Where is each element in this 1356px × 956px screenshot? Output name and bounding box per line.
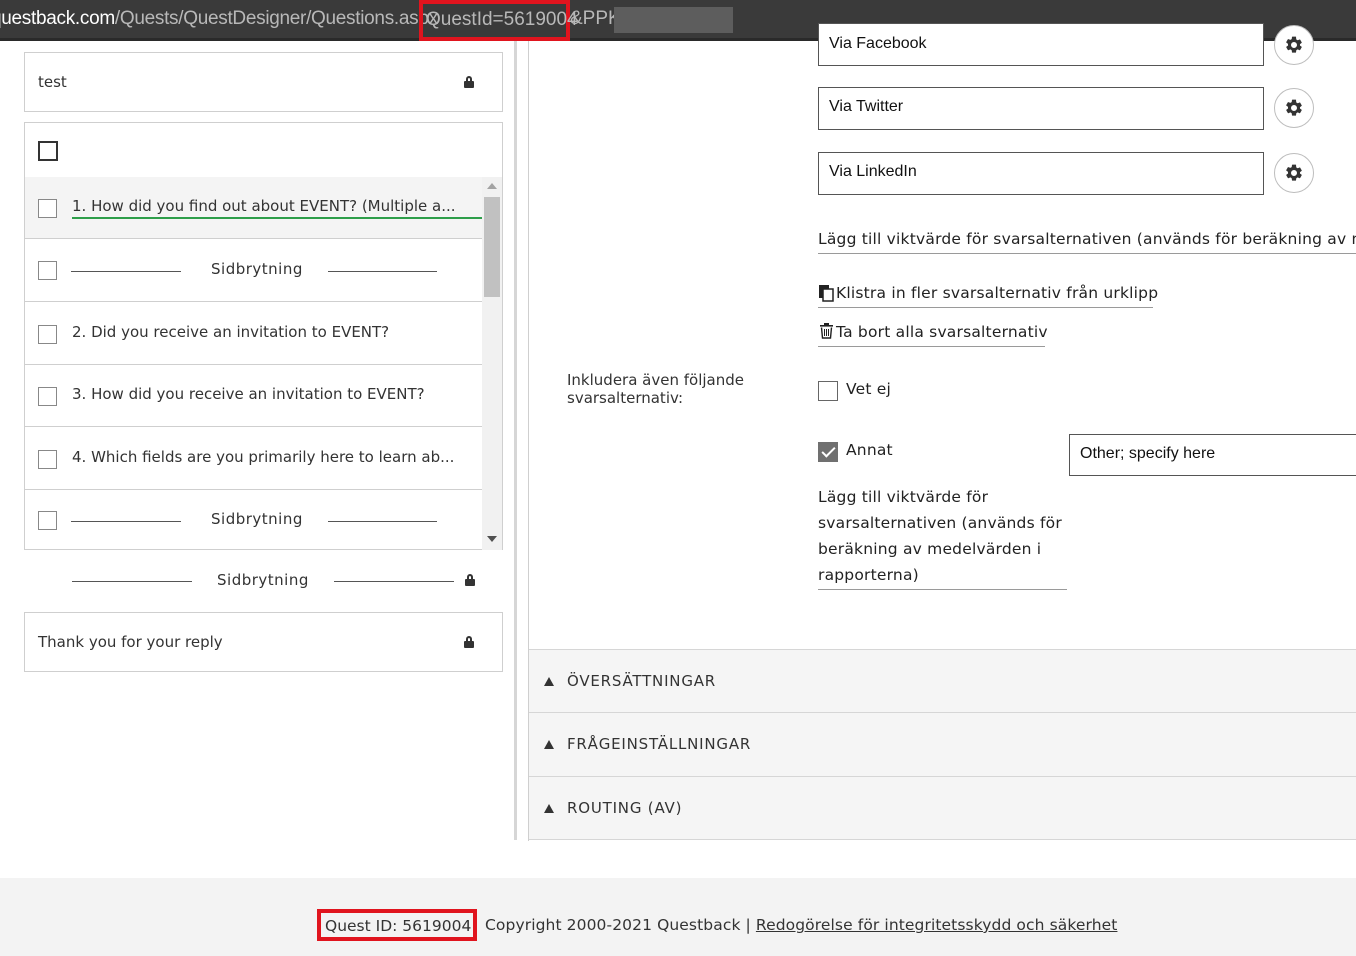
- question-row-3[interactable]: 3. How did you receive an invitation to …: [25, 365, 482, 427]
- add-weight-link-bottom[interactable]: Lägg till viktvärde för svarsalternative…: [818, 484, 1068, 588]
- select-all-row: [24, 122, 503, 178]
- add-weight-link[interactable]: Lägg till viktvärde för svarsalternative…: [818, 230, 1356, 248]
- url-domain: questback.com: [0, 8, 115, 29]
- lock-icon: [464, 76, 474, 88]
- page-break-label: Sidbrytning: [211, 510, 303, 528]
- dont-know-label: Vet ej: [846, 380, 891, 398]
- scroll-down-arrow-icon[interactable]: [487, 536, 497, 542]
- question-label: 4. Which fields are you primarily here t…: [72, 448, 455, 466]
- lock-icon: [464, 636, 474, 648]
- section-label: ROUTING (AV): [567, 799, 683, 817]
- question-checkbox[interactable]: [38, 325, 57, 344]
- alternative-settings-button[interactable]: [1274, 88, 1314, 128]
- lock-icon: [465, 574, 475, 586]
- gear-icon: [1286, 99, 1302, 116]
- top-cover: [700, 41, 1356, 42]
- question-row-1[interactable]: 1. How did you find out about EVENT? (Mu…: [25, 177, 482, 239]
- weight-link-top-clip: Lägg till viktvärde för svarsalternative…: [818, 228, 1356, 256]
- section-translations[interactable]: ÖVERSÄTTNINGAR: [529, 649, 1356, 713]
- alternative-input-linkedin[interactable]: Via LinkedIn: [818, 152, 1264, 195]
- panel-divider[interactable]: [514, 41, 517, 840]
- question-row-2[interactable]: 2. Did you receive an invitation to EVEN…: [25, 303, 482, 365]
- page-break-line-left: [72, 581, 192, 582]
- alternative-input-twitter[interactable]: Via Twitter: [818, 87, 1264, 130]
- other-checkbox[interactable]: [818, 442, 838, 462]
- question-label: 2. Did you receive an invitation to EVEN…: [72, 323, 390, 341]
- url-text: questback.com/Quests/QuestDesigner/Quest…: [0, 8, 438, 30]
- page-break-line-left: [71, 521, 181, 522]
- scroll-thumb[interactable]: [484, 197, 500, 297]
- selected-underline: [72, 217, 482, 219]
- page-break-line-left: [71, 271, 181, 272]
- collapse-triangle-icon: [544, 804, 554, 813]
- page-break-line-right: [328, 271, 437, 272]
- question-checkbox[interactable]: [38, 450, 57, 469]
- question-list[interactable]: 1. How did you find out about EVENT? (Mu…: [24, 177, 503, 550]
- url-path: /Quests/QuestDesigner/Questions.aspx: [114, 8, 438, 29]
- copyright-text: Copyright 2000-2021 Questback |: [485, 916, 751, 934]
- scroll-up-arrow-icon[interactable]: [487, 183, 497, 189]
- link-underline: [818, 346, 1045, 347]
- intro-label: test: [38, 73, 67, 91]
- alternative-settings-button[interactable]: [1274, 25, 1314, 65]
- page-break-row[interactable]: Sidbrytning: [25, 240, 482, 302]
- section-label: FRÅGEINSTÄLLNINGAR: [567, 735, 752, 753]
- section-routing[interactable]: ROUTING (AV): [529, 776, 1356, 840]
- url-redacted-block: [614, 7, 733, 33]
- question-checkbox[interactable]: [38, 387, 57, 406]
- delete-all-alternatives-link[interactable]: Ta bort alla svarsalternativ: [836, 323, 1048, 341]
- question-row-4[interactable]: 4. Which fields are you primarily here t…: [25, 428, 482, 490]
- gear-icon: [1286, 36, 1302, 53]
- other-input[interactable]: Other; specify here: [1069, 434, 1356, 476]
- footer-copyright: Copyright 2000-2021 Questback | Redogöre…: [485, 916, 1117, 934]
- alternative-settings-button[interactable]: [1274, 153, 1314, 193]
- link-underline: [818, 589, 1067, 590]
- dont-know-checkbox[interactable]: [818, 381, 838, 401]
- collapse-triangle-icon: [544, 677, 554, 686]
- page-break-line-right: [328, 521, 437, 522]
- trash-icon: [820, 323, 833, 339]
- question-label: 1. How did you find out about EVENT? (Mu…: [72, 197, 456, 215]
- section-label: ÖVERSÄTTNINGAR: [567, 672, 717, 690]
- thank-you-label: Thank you for your reply: [38, 633, 223, 651]
- link-underline: [818, 307, 1153, 308]
- footer-quest-id: Quest ID: 5619004: [317, 909, 477, 941]
- link-underline: [818, 253, 1356, 254]
- privacy-link[interactable]: Redogörelse för integritetsskydd och säk…: [756, 916, 1118, 934]
- question-list-scrollbar[interactable]: [482, 177, 503, 550]
- paste-alternatives-link[interactable]: Klistra in fler svarsalternativ från urk…: [836, 284, 1158, 302]
- locked-page-break-row: Sidbrytning: [24, 551, 503, 611]
- question-checkbox[interactable]: [38, 199, 57, 218]
- paste-icon: [818, 284, 834, 302]
- other-label: Annat: [846, 441, 893, 459]
- intro-row[interactable]: test: [24, 52, 503, 112]
- page-break-checkbox[interactable]: [38, 261, 57, 280]
- page-break-label: Sidbrytning: [211, 260, 303, 278]
- collapse-triangle-icon: [544, 740, 554, 749]
- page-break-row[interactable]: Sidbrytning: [25, 490, 482, 549]
- gear-icon: [1286, 164, 1302, 181]
- page-break-checkbox[interactable]: [38, 511, 57, 530]
- include-alternatives-label: Inkludera även följande svarsalternativ:: [567, 371, 744, 407]
- locked-page-break-label: Sidbrytning: [217, 571, 309, 589]
- section-question-settings[interactable]: FRÅGEINSTÄLLNINGAR: [529, 712, 1356, 776]
- url-questid-highlight: QuestId=5619004: [419, 0, 578, 41]
- alternative-input-facebook[interactable]: Via Facebook: [818, 23, 1264, 66]
- question-label: 3. How did you receive an invitation to …: [72, 385, 425, 403]
- select-all-checkbox[interactable]: [38, 141, 58, 161]
- thank-you-row[interactable]: Thank you for your reply: [24, 612, 503, 672]
- page-break-line-right: [334, 581, 454, 582]
